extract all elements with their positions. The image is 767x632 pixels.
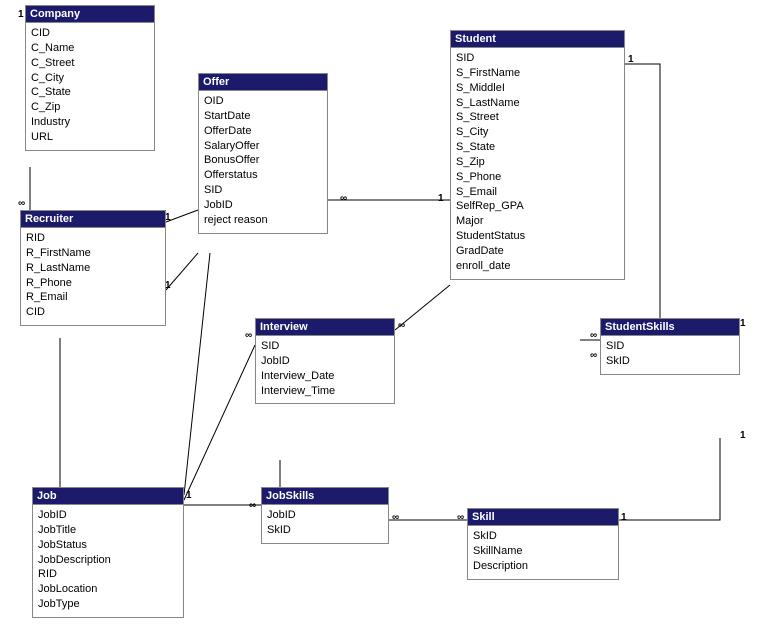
field: Industry	[31, 115, 149, 130]
field: SID	[261, 339, 389, 354]
field: S_LastName	[456, 96, 619, 111]
field: S_City	[456, 125, 619, 140]
field: SalaryOffer	[204, 139, 322, 154]
entity-fields: SID SkID	[601, 336, 739, 374]
entity-company: Company CID C_Name C_Street C_City C_Sta…	[25, 5, 155, 151]
field: Interview_Date	[261, 369, 389, 384]
field: SelfRep_GPA	[456, 199, 619, 214]
entity-fields: SID S_FirstName S_MiddleI S_LastName S_S…	[451, 48, 624, 279]
entity-fields: RID R_FirstName R_LastName R_Phone R_Ema…	[21, 228, 165, 325]
entity-fields: JobID JobTitle JobStatus JobDescription …	[33, 505, 183, 617]
field: Offerstatus	[204, 168, 322, 183]
field: CID	[26, 305, 160, 320]
field: reject reason	[204, 213, 322, 228]
field: R_Phone	[26, 276, 160, 291]
field: Interview_Time	[261, 384, 389, 399]
field: C_Zip	[31, 100, 149, 115]
field: StudentStatus	[456, 229, 619, 244]
entity-job: Job JobID JobTitle JobStatus JobDescript…	[32, 487, 184, 618]
field: JobID	[38, 508, 178, 523]
entity-fields: OID StartDate OfferDate SalaryOffer Bonu…	[199, 91, 327, 233]
field: C_State	[31, 85, 149, 100]
field: OfferDate	[204, 124, 322, 139]
field: SID	[456, 51, 619, 66]
field: SID	[204, 183, 322, 198]
field: R_Email	[26, 290, 160, 305]
field: SkillName	[473, 544, 613, 559]
field: JobDescription	[38, 553, 178, 568]
entity-interview: Interview SID JobID Interview_Date Inter…	[255, 318, 395, 404]
field: RID	[26, 231, 160, 246]
field: C_Name	[31, 41, 149, 56]
field: R_FirstName	[26, 246, 160, 261]
field: JobID	[261, 354, 389, 369]
entity-studentskills: StudentSkills SID SkID	[600, 318, 740, 375]
entity-title: Student	[451, 31, 624, 48]
field: Major	[456, 214, 619, 229]
field: SID	[606, 339, 734, 354]
field: JobStatus	[38, 538, 178, 553]
field: CID	[31, 26, 149, 41]
field: S_Email	[456, 185, 619, 200]
field: Description	[473, 559, 613, 574]
field: RID	[38, 567, 178, 582]
entity-jobskills: JobSkills JobID SkID	[261, 487, 389, 544]
entity-offer: Offer OID StartDate OfferDate SalaryOffe…	[198, 73, 328, 234]
entity-skill: Skill SkID SkillName Description	[467, 508, 619, 580]
field: C_City	[31, 71, 149, 86]
field: S_Zip	[456, 155, 619, 170]
entity-title: Company	[26, 6, 154, 23]
field: S_State	[456, 140, 619, 155]
field: enroll_date	[456, 259, 619, 274]
field: S_Street	[456, 110, 619, 125]
field: JobID	[204, 198, 322, 213]
field: S_Phone	[456, 170, 619, 185]
entity-title: Recruiter	[21, 211, 165, 228]
field: S_FirstName	[456, 66, 619, 81]
field: R_LastName	[26, 261, 160, 276]
entity-title: Offer	[199, 74, 327, 91]
field: SkID	[606, 354, 734, 369]
entity-fields: SID JobID Interview_Date Interview_Time	[256, 336, 394, 403]
entity-student: Student SID S_FirstName S_MiddleI S_Last…	[450, 30, 625, 280]
field: S_MiddleI	[456, 81, 619, 96]
field: URL	[31, 130, 149, 145]
field: StartDate	[204, 109, 322, 124]
field: JobType	[38, 597, 178, 612]
entity-fields: CID C_Name C_Street C_City C_State C_Zip…	[26, 23, 154, 150]
field: BonusOffer	[204, 153, 322, 168]
entity-title: JobSkills	[262, 488, 388, 505]
field: SkID	[473, 529, 613, 544]
entity-recruiter: Recruiter RID R_FirstName R_LastName R_P…	[20, 210, 166, 326]
entity-fields: JobID SkID	[262, 505, 388, 543]
field: JobID	[267, 508, 383, 523]
field: JobLocation	[38, 582, 178, 597]
field: SkID	[267, 523, 383, 538]
field: C_Street	[31, 56, 149, 71]
entity-title: Interview	[256, 319, 394, 336]
field: GradDate	[456, 244, 619, 259]
entity-title: StudentSkills	[601, 319, 739, 336]
field: OID	[204, 94, 322, 109]
entity-title: Skill	[468, 509, 618, 526]
entity-fields: SkID SkillName Description	[468, 526, 618, 579]
entity-title: Job	[33, 488, 183, 505]
field: JobTitle	[38, 523, 178, 538]
